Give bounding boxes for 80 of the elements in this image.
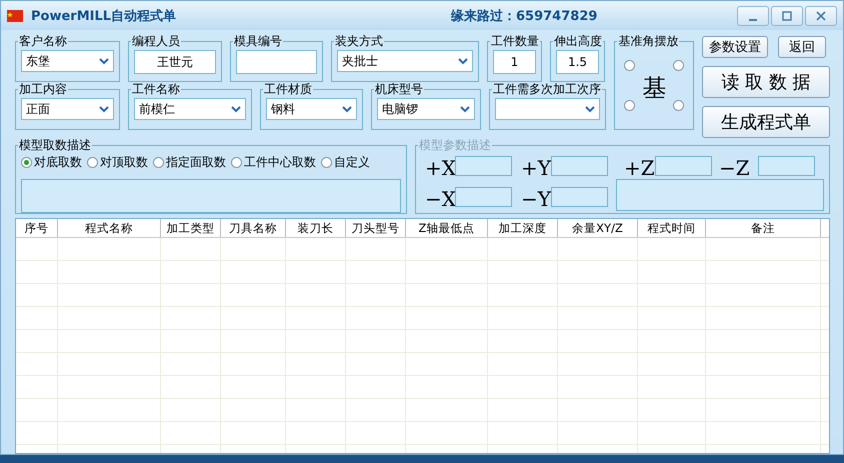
field-label: 工件需多次加工次序 [492,82,602,96]
input-field[interactable] [551,156,608,176]
dropdown[interactable]: 前模仁 [134,98,246,120]
input-field[interactable] [236,50,317,74]
dropdown[interactable]: 钢料 [266,98,357,120]
chevron-down-icon [99,106,109,112]
field-label: 机床型号 [374,82,424,96]
input-field[interactable]: 1.5 [556,50,599,74]
field-label: 编程人员 [131,34,181,48]
field-label: 客户名称 [18,34,68,48]
radio-option[interactable]: 对顶取数 [87,154,148,171]
axis-label: −Y [521,187,551,211]
minimize-icon [749,18,757,20]
input-field[interactable] [551,187,608,207]
input-field[interactable]: 王世元 [134,50,216,74]
dropdown[interactable]: 电脑锣 [377,98,475,120]
group-label: 基准角摆放 [617,34,680,48]
field-label: 加工内容 [18,82,68,96]
dropdown[interactable]: 正面 [21,98,114,120]
dropdown[interactable]: 夹批士 [337,50,473,72]
column-header[interactable]: 备注 [706,219,821,237]
action-button[interactable]: 返回 [778,36,826,58]
group-label: 模型参数描述 [418,138,492,152]
chevron-down-icon [585,106,595,112]
radio-button[interactable] [624,100,636,111]
chevron-down-icon [342,106,352,112]
input-field[interactable] [758,156,816,176]
description-field[interactable] [21,179,402,213]
maximize-button[interactable] [771,6,803,26]
dropdown[interactable] [495,98,600,120]
chevron-down-icon [231,106,241,112]
column-header[interactable]: 程式时间 [638,219,706,237]
field-label: 装夹方式 [334,34,384,48]
input-field[interactable] [655,156,712,176]
author-text: 缘来路过：659747829 [451,8,598,24]
input-field[interactable]: 1 [493,50,536,74]
close-button[interactable] [805,6,837,26]
column-header[interactable]: 加工类型 [161,219,221,237]
column-header[interactable]: 刀具名称 [221,219,286,237]
column-header[interactable]: 装刀长 [286,219,346,237]
minimize-button[interactable] [737,6,769,26]
axis-label: +X [425,156,456,180]
column-header[interactable]: 余量XY/Z [558,219,638,237]
field-label: 工件名称 [131,82,181,96]
radio-button[interactable] [624,60,636,71]
axis-label: +Y [521,156,551,180]
close-icon [816,10,826,20]
column-header[interactable]: Z轴最低点 [406,219,488,237]
action-button[interactable]: 生成程式单 [702,106,830,138]
field-label: 工件材质 [263,82,313,96]
field-label: 工件数量 [490,34,540,48]
field-label: 模具编号 [233,34,283,48]
chevron-down-icon [99,58,109,64]
radio-button[interactable] [673,60,684,71]
axis-label: −Z [719,156,750,180]
input-field[interactable] [616,179,824,211]
axis-label: +Z [624,156,655,180]
window-title: PowerMILL自动程式单 [31,8,178,24]
action-button[interactable]: 参数设置 [702,36,768,58]
radio-option[interactable]: 对底取数 [21,154,82,171]
radio-button[interactable] [673,100,684,111]
field-label: 伸出高度 [553,34,603,48]
column-header[interactable]: 序号 [16,219,58,237]
input-field[interactable] [455,156,512,176]
maximize-icon [782,10,792,20]
flag-icon [7,10,23,22]
group-label: 模型取数描述 [18,138,92,152]
dropdown[interactable]: 东堡 [21,50,114,72]
radio-option[interactable]: 自定义 [321,154,370,171]
radio-option[interactable]: 指定面取数 [153,154,226,171]
column-header[interactable]: 程式名称 [58,219,161,237]
chevron-down-icon [460,106,470,112]
action-button[interactable]: 读 取 数 据 [702,66,830,98]
radio-option[interactable]: 工件中心取数 [231,154,316,171]
chevron-down-icon [458,58,468,64]
column-header[interactable]: 加工深度 [488,219,558,237]
input-field[interactable] [455,187,512,207]
datum-glyph: 基 [642,73,666,104]
column-header[interactable]: 刀头型号 [346,219,406,237]
axis-label: −X [425,187,456,211]
